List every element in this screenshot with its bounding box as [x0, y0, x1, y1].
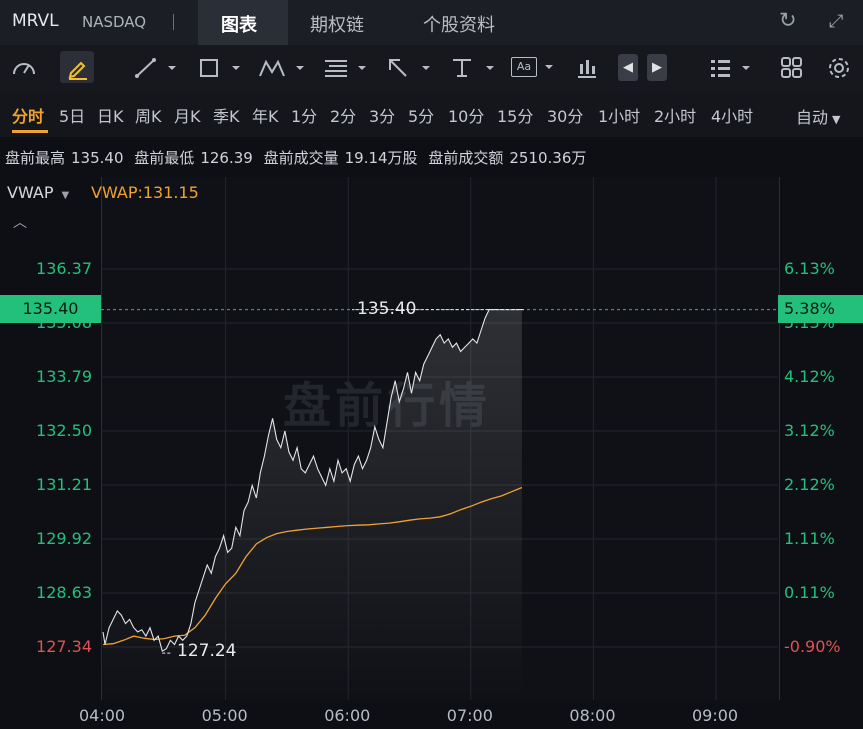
y-tick-label: 128.63 [36, 583, 92, 602]
y-tick-label: 136.37 [36, 259, 92, 278]
y-tick-label: 127.34 [36, 637, 92, 656]
y-tick-label: 131.21 [36, 475, 92, 494]
high-marker-label: 135.40 [357, 299, 417, 319]
chevron-down-icon: ▼ [61, 190, 70, 201]
pct-tick-label: -0.90% [784, 637, 841, 656]
pct-tick-label: 2.12% [784, 475, 835, 494]
y-tick-label: 129.92 [36, 529, 92, 548]
price-area [103, 309, 522, 700]
current-pct-tag: 5.38% [778, 295, 863, 323]
pct-tick-label: 4.12% [784, 367, 835, 386]
pct-tick-label: 0.11% [784, 583, 835, 602]
chart-svg [101, 177, 778, 700]
x-tick-label: 07:00 [446, 706, 493, 725]
pct-tick-label: 3.12% [784, 421, 835, 440]
x-tick-label: 05:00 [201, 706, 248, 725]
y-tick-label: 133.79 [36, 367, 92, 386]
current-price-tag: 135.40 [0, 295, 101, 323]
low-marker-label: 127.24 [177, 641, 237, 661]
x-tick-label: 04:00 [79, 706, 126, 725]
pct-tick-label: 6.13% [784, 259, 835, 278]
collapse-icon[interactable]: ︿ [13, 212, 27, 232]
vwap-value: VWAP:131.15 [91, 183, 199, 202]
x-tick-label: 08:00 [569, 706, 616, 725]
y-tick-label: 132.50 [36, 421, 92, 440]
x-tick-label: 09:00 [692, 706, 739, 725]
pct-tick-label: 1.11% [784, 529, 835, 548]
x-tick-label: 06:00 [324, 706, 371, 725]
indicator-name: VWAP [7, 183, 54, 202]
indicator-select[interactable]: VWAP ▼ [7, 183, 69, 202]
